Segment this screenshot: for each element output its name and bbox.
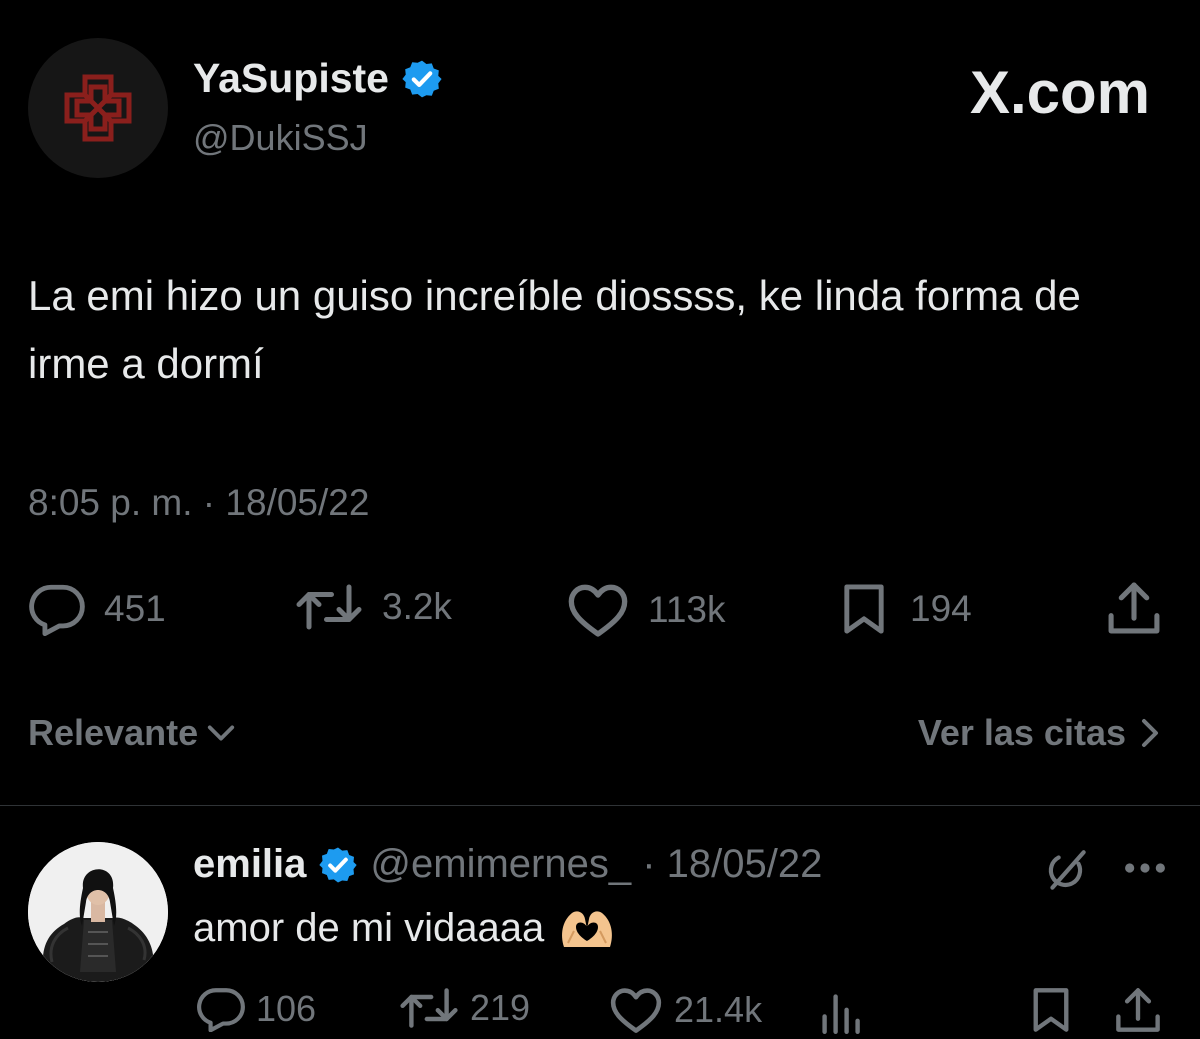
reply-reply-count: 106 bbox=[256, 988, 317, 1029]
chevron-right-icon bbox=[1142, 719, 1158, 747]
speech-bubble-icon bbox=[29, 584, 85, 636]
reply-views-button[interactable] bbox=[818, 990, 862, 1039]
reply-count: 451 bbox=[104, 588, 166, 629]
brand-text: X.com bbox=[969, 59, 1150, 126]
tweet-timestamp[interactable]: 8:05 p. m. · 18/05/22 bbox=[28, 482, 369, 524]
like-count: 113k bbox=[648, 589, 726, 630]
more-options-button[interactable] bbox=[1122, 856, 1168, 885]
reply-handle-date[interactable]: @emimernes_ · 18/05/22 bbox=[370, 842, 822, 887]
brand-watermark: X.com bbox=[970, 58, 1150, 127]
reply-like-count: 21.4k bbox=[674, 989, 763, 1030]
verified-badge-icon bbox=[402, 60, 442, 97]
repost-button[interactable]: 3.2k bbox=[294, 582, 452, 632]
heart-icon bbox=[568, 584, 628, 637]
sort-label: Relevante bbox=[28, 712, 199, 753]
reply-text-row: amor de mi vidaaaa bbox=[193, 906, 616, 951]
reply-avatar-photo bbox=[28, 842, 168, 982]
reply-repost-button[interactable]: 219 bbox=[398, 986, 530, 1030]
reply-repost-count: 219 bbox=[470, 987, 531, 1028]
author-name[interactable]: YaSupiste bbox=[193, 55, 389, 102]
view-quotes-label: Ver las citas bbox=[917, 712, 1126, 753]
tweet-text: La emi hizo un guiso increíble diossss, … bbox=[28, 272, 1081, 387]
bar-chart-icon bbox=[822, 994, 860, 1034]
repost-arrows-icon bbox=[296, 584, 362, 630]
reply-reply-button[interactable]: 106 bbox=[196, 986, 316, 1032]
speech-bubble-icon bbox=[197, 988, 245, 1032]
repost-arrows-icon bbox=[400, 988, 458, 1028]
reply-author-avatar[interactable] bbox=[28, 842, 168, 982]
author-logo-icon bbox=[64, 74, 132, 142]
heart-hands-emoji-icon bbox=[562, 910, 613, 947]
reply-bookmark-button[interactable] bbox=[1028, 986, 1074, 1039]
author-name-row[interactable]: YaSupiste bbox=[193, 55, 443, 102]
reply-share-button[interactable] bbox=[1114, 986, 1162, 1039]
reply-text: amor de mi vidaaaa bbox=[193, 906, 545, 950]
sort-dropdown[interactable]: Relevante bbox=[28, 712, 236, 754]
like-button[interactable]: 113k bbox=[566, 582, 726, 638]
bookmark-icon bbox=[1033, 988, 1069, 1032]
chevron-down-icon bbox=[207, 725, 235, 741]
bookmark-button[interactable]: 194 bbox=[836, 582, 972, 636]
divider bbox=[0, 805, 1200, 806]
verified-badge-icon bbox=[319, 847, 358, 882]
reply-button[interactable]: 451 bbox=[28, 582, 166, 636]
heart-icon bbox=[610, 988, 662, 1033]
share-upload-icon bbox=[1116, 988, 1160, 1032]
reply-like-button[interactable]: 21.4k bbox=[608, 986, 762, 1034]
reply-author-name[interactable]: emilia bbox=[193, 842, 306, 887]
view-quotes-link[interactable]: Ver las citas bbox=[918, 712, 1160, 754]
more-dots-icon bbox=[1125, 863, 1165, 873]
repost-count: 3.2k bbox=[382, 586, 452, 627]
bookmark-icon bbox=[844, 584, 884, 634]
reply-header: emilia @emimernes_ · 18/05/22 bbox=[193, 842, 822, 887]
author-handle[interactable]: @DukiSSJ bbox=[193, 117, 368, 159]
share-upload-icon bbox=[1108, 582, 1160, 634]
grok-button[interactable] bbox=[1042, 846, 1092, 901]
author-avatar[interactable] bbox=[28, 38, 168, 178]
share-button[interactable] bbox=[1106, 580, 1162, 641]
grok-slash-icon bbox=[1048, 850, 1086, 890]
bookmark-count: 194 bbox=[910, 588, 972, 629]
